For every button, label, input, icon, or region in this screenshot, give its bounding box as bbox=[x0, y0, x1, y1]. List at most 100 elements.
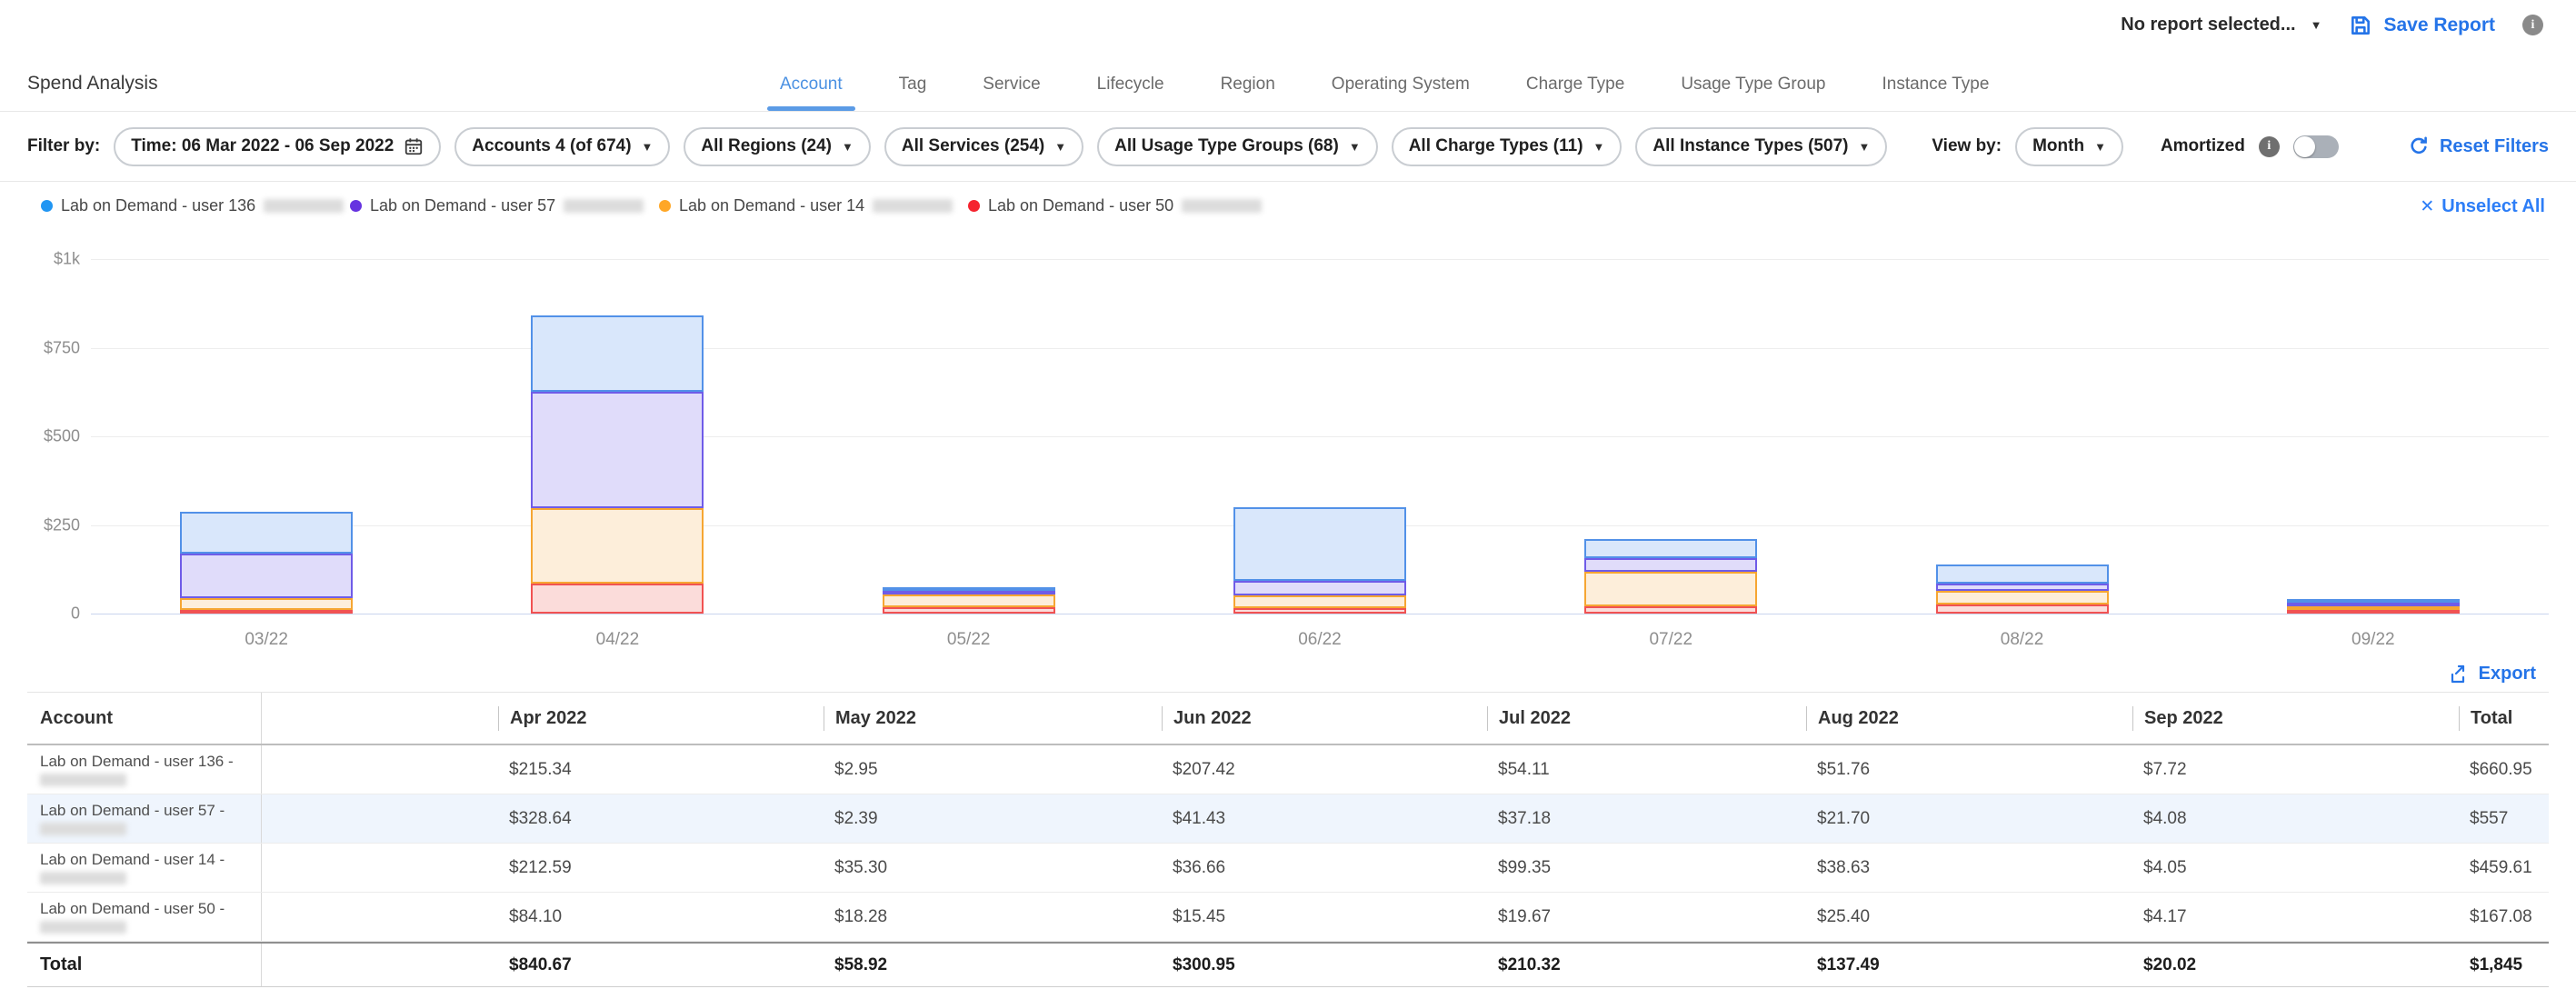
table-row[interactable]: Lab on Demand - user 136 -$215.34$2.95$2… bbox=[27, 745, 2549, 794]
stacked-bar-06-22[interactable] bbox=[1233, 507, 1406, 614]
bar-segment-lab-on-demand-user-57[interactable] bbox=[180, 554, 353, 598]
filter-pill-all-usage-type-groups[interactable]: All Usage Type Groups (68)▼ bbox=[1097, 127, 1378, 166]
bar-segment-lab-on-demand-user-14[interactable] bbox=[180, 598, 353, 610]
value-cell: $557 bbox=[2459, 794, 2549, 843]
tab-lifecycle[interactable]: Lifecycle bbox=[1097, 75, 1164, 111]
value-cell: $2.95 bbox=[824, 745, 1162, 794]
amortized-toggle[interactable] bbox=[2293, 135, 2339, 158]
stacked-bar-07-22[interactable] bbox=[1584, 539, 1757, 614]
value-cell: $4.05 bbox=[2132, 844, 2459, 892]
bar-segment-lab-on-demand-user-50[interactable] bbox=[1584, 606, 1757, 614]
filter-pills: Time: 06 Mar 2022 - 06 Sep 2022 Accounts … bbox=[114, 127, 1887, 166]
bar-segment-lab-on-demand-user-57[interactable] bbox=[1233, 581, 1406, 595]
bar-segment-lab-on-demand-user-50[interactable] bbox=[2287, 610, 2460, 614]
legend-dot-icon bbox=[41, 200, 53, 212]
stacked-bar-09-22[interactable] bbox=[2287, 599, 2460, 614]
filter-pill-all-regions[interactable]: All Regions (24) ▼ bbox=[684, 127, 870, 166]
value-cell: $459.61 bbox=[2459, 844, 2549, 892]
value-cell: $25.40 bbox=[1806, 893, 2132, 941]
page-title: Spend Analysis bbox=[27, 73, 780, 111]
bar-segment-lab-on-demand-user-50[interactable] bbox=[1233, 608, 1406, 614]
legend-item-line: Lab on Demand - user 136 bbox=[41, 196, 350, 215]
bar-segment-lab-on-demand-user-136[interactable] bbox=[1584, 539, 1757, 558]
legend-item-lab-on-demand-user-14[interactable]: Lab on Demand - user 14 bbox=[659, 196, 968, 247]
bar-segment-lab-on-demand-user-14[interactable] bbox=[1584, 572, 1757, 607]
legend-item-lab-on-demand-user-50[interactable]: Lab on Demand - user 50 bbox=[968, 196, 1277, 247]
stacked-bar-08-22[interactable] bbox=[1936, 564, 2109, 614]
tab-charge-type[interactable]: Charge Type bbox=[1526, 75, 1624, 111]
table-header-row: Account Apr 2022May 2022Jun 2022 Jul 2022A… bbox=[27, 693, 2549, 745]
stacked-bar-05-22[interactable] bbox=[883, 587, 1055, 614]
bar-segment-lab-on-demand-user-50[interactable] bbox=[1936, 604, 2109, 614]
column-header-aug-2022[interactable]: Aug 2022 bbox=[1806, 693, 2132, 744]
column-header-apr-2022[interactable]: Apr 2022 bbox=[498, 693, 824, 744]
column-header-may-2022[interactable]: May 2022 bbox=[824, 693, 1162, 744]
filter-pill-label: Accounts 4 (of 674) bbox=[472, 136, 631, 156]
bar-segment-lab-on-demand-user-14[interactable] bbox=[531, 508, 704, 584]
spacer-cell bbox=[262, 893, 498, 941]
table-row[interactable]: Lab on Demand - user 14 -$212.59$35.30$3… bbox=[27, 844, 2549, 893]
view-by-dropdown[interactable]: Month ▼ bbox=[2015, 127, 2123, 166]
bar-segment-lab-on-demand-user-57[interactable] bbox=[1584, 558, 1757, 572]
column-header-sep-2022[interactable]: Sep 2022 bbox=[2132, 693, 2459, 744]
spacer-cell bbox=[262, 745, 498, 794]
value-cell: $4.08 bbox=[2132, 794, 2459, 843]
table-row[interactable]: Lab on Demand - user 57 -$328.64$2.39$41… bbox=[27, 794, 2549, 844]
tab-region[interactable]: Region bbox=[1221, 75, 1275, 111]
caret-down-icon: ▼ bbox=[842, 140, 854, 154]
tab-service[interactable]: Service bbox=[983, 75, 1040, 111]
legend-item-lab-on-demand-user-136[interactable]: Lab on Demand - user 136 bbox=[41, 196, 350, 247]
export-icon bbox=[2448, 664, 2470, 685]
save-report-button[interactable]: Save Report bbox=[2349, 14, 2495, 37]
column-header-total[interactable]: Total bbox=[2459, 693, 2549, 744]
redacted-text bbox=[40, 872, 126, 884]
filter-bar: Filter by: Time: 06 Mar 2022 - 06 Sep 20… bbox=[0, 112, 2576, 182]
tab-operating-system[interactable]: Operating System bbox=[1332, 75, 1470, 111]
bar-segment-lab-on-demand-user-50[interactable] bbox=[531, 584, 704, 614]
value-cell: $4.17 bbox=[2132, 893, 2459, 941]
tab-tag[interactable]: Tag bbox=[899, 75, 927, 111]
info-icon[interactable]: i bbox=[2522, 15, 2543, 35]
bar-segment-lab-on-demand-user-57[interactable] bbox=[1936, 584, 2109, 591]
filter-pill-accounts-4[interactable]: Accounts 4 (of 674)▼ bbox=[454, 127, 670, 166]
report-selector-dropdown[interactable]: No report selected... ▼ bbox=[2121, 15, 2321, 35]
amortized-info-icon[interactable]: i bbox=[2259, 136, 2280, 157]
column-header-jul-2022[interactable]: Jul 2022 bbox=[1487, 693, 1806, 744]
stacked-bar-03-22[interactable] bbox=[180, 512, 353, 614]
tab-instance-type[interactable]: Instance Type bbox=[1882, 75, 1989, 111]
stacked-bar-04-22[interactable] bbox=[531, 315, 704, 614]
filter-pill-time-06-mar-2022-06-sep-2022[interactable]: Time: 06 Mar 2022 - 06 Sep 2022 bbox=[114, 127, 441, 166]
reset-filters-button[interactable]: Reset Filters bbox=[2408, 135, 2549, 157]
column-header-account[interactable]: Account bbox=[27, 693, 262, 744]
bar-segment-lab-on-demand-user-57[interactable] bbox=[531, 392, 704, 508]
tab-account[interactable]: Account bbox=[780, 75, 843, 111]
column-header-jun-2022[interactable]: Jun 2022 bbox=[1162, 693, 1487, 744]
legend-item-lab-on-demand-user-57[interactable]: Lab on Demand - user 57 bbox=[350, 196, 659, 247]
bar-segment-lab-on-demand-user-136[interactable] bbox=[531, 315, 704, 392]
filter-pill-all-charge-types[interactable]: All Charge Types (11)▼ bbox=[1392, 127, 1622, 166]
bar-segment-lab-on-demand-user-136[interactable] bbox=[1233, 507, 1406, 581]
column-header-label: Jun 2022 bbox=[1162, 706, 1252, 731]
bar-segment-lab-on-demand-user-14[interactable] bbox=[1936, 591, 2109, 604]
value-cell: $51.76 bbox=[1806, 745, 2132, 794]
bar-segment-lab-on-demand-user-136[interactable] bbox=[1936, 564, 2109, 583]
filter-pill-all-services[interactable]: All Services (254)▼ bbox=[884, 127, 1083, 166]
export-button[interactable]: Export bbox=[2448, 664, 2536, 685]
bar-segment-lab-on-demand-user-14[interactable] bbox=[883, 594, 1055, 607]
filter-pill-all-instance-types[interactable]: All Instance Types (507)▼ bbox=[1635, 127, 1887, 166]
y-axis-tick-label: $1k bbox=[0, 250, 80, 269]
unselect-all-button[interactable]: ✕ Unselect All bbox=[2420, 196, 2545, 217]
bar-segment-lab-on-demand-user-136[interactable] bbox=[180, 512, 353, 554]
bar-segment-lab-on-demand-user-50[interactable] bbox=[883, 607, 1055, 614]
bar-segment-lab-on-demand-user-14[interactable] bbox=[1233, 595, 1406, 608]
legend-item-label: Lab on Demand - user 50 bbox=[988, 196, 1173, 215]
value-cell: $7.72 bbox=[2132, 745, 2459, 794]
filter-pill-label: All Regions (24) bbox=[701, 136, 832, 156]
bar-segment-lab-on-demand-user-50[interactable] bbox=[180, 610, 353, 614]
account-name: Lab on Demand - user 14 - bbox=[40, 851, 225, 868]
legend-item-line: Lab on Demand - user 50 bbox=[968, 196, 1277, 215]
tab-usage-type-group[interactable]: Usage Type Group bbox=[1681, 75, 1825, 111]
chart-legend: ✕ Unselect All Lab on Demand - user 136L… bbox=[0, 182, 2576, 247]
value-cell: $207.42 bbox=[1162, 745, 1487, 794]
table-row[interactable]: Lab on Demand - user 50 -$84.10$18.28$15… bbox=[27, 893, 2549, 942]
